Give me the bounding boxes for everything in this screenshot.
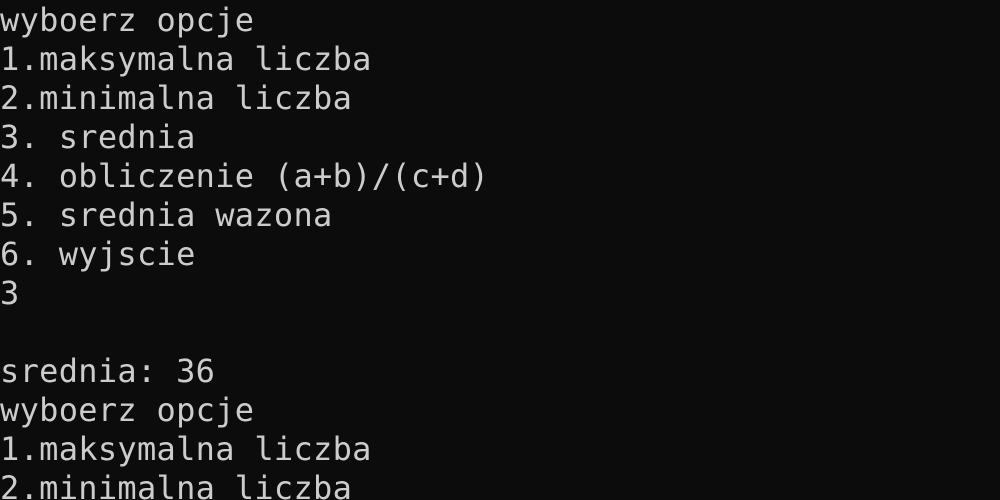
console-line-menu-header-repeat: wyboerz opcje bbox=[0, 391, 255, 429]
console-output[interactable]: wyboerz opcje 1.maksymalna liczba 2.mini… bbox=[0, 0, 1000, 500]
console-line-option-4: 4. obliczenie (a+b)/(c+d) bbox=[0, 157, 490, 195]
console-line-option-1-repeat: 1.maksymalna liczba bbox=[0, 430, 372, 468]
console-line-result: srednia: 36 bbox=[0, 352, 216, 390]
console-line-user-input: 3 bbox=[0, 274, 20, 312]
console-line-option-2-repeat: 2.minimalna liczba bbox=[0, 469, 353, 500]
console-line-option-1: 1.maksymalna liczba bbox=[0, 40, 372, 78]
console-line-blank bbox=[0, 313, 1000, 352]
console-line-option-3: 3. srednia bbox=[0, 118, 196, 156]
console-line-option-5: 5. srednia wazona bbox=[0, 196, 333, 234]
console-line-option-2: 2.minimalna liczba bbox=[0, 79, 353, 117]
console-line-option-6: 6. wyjscie bbox=[0, 235, 196, 273]
console-line-menu-header: wyboerz opcje bbox=[0, 1, 255, 39]
